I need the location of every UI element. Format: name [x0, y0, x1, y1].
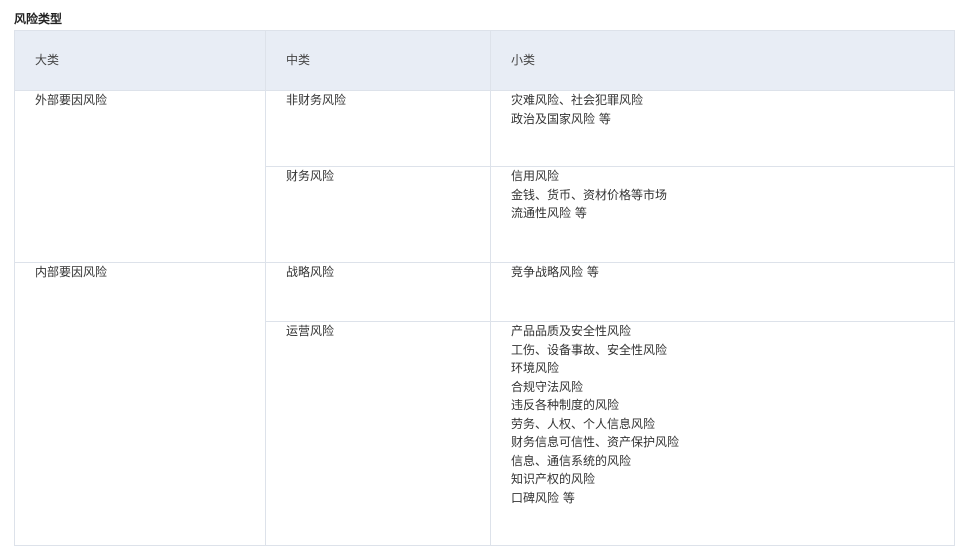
major-category-label: 内部要因风险 [35, 265, 108, 279]
minor-category-item: 流通性风险 等 [511, 206, 587, 220]
major-category-cell: 内部要因风险 [14, 262, 266, 546]
table-row: 外部要因风险 非财务风险 灾难风险、社会犯罪风险 政治及国家风险 等 [14, 90, 955, 263]
minor-category-item: 财务信息可信性、资产保护风险 [511, 435, 680, 449]
minor-category-item: 政治及国家风险 等 [511, 111, 611, 126]
middle-category-cell: 财务风险 [265, 166, 491, 263]
minor-category-item: 环境风险 [511, 361, 560, 375]
header-major-category: 大类 [14, 30, 266, 91]
header-middle-category: 中类 [265, 30, 491, 91]
minor-category-item: 竞争战略风险 等 [511, 265, 599, 279]
table-header-row: 大类 中类 小类 [14, 30, 955, 91]
header-minor-category: 小类 [490, 30, 955, 91]
minor-category-item: 知识产权的风险 [511, 472, 596, 486]
minor-category-cell: 信用风险 金钱、货币、资材价格等市场 流通性风险 等 [490, 166, 955, 263]
minor-category-item: 灾难风险、社会犯罪风险 [511, 93, 644, 107]
minor-category-cell: 灾难风险、社会犯罪风险 政治及国家风险 等 [490, 90, 955, 167]
middle-category-label: 战略风险 [286, 265, 335, 279]
minor-category-cell: 产品品质及安全性风险 工伤、设备事故、安全性风险 环境风险 合规守法风险 违反各… [490, 321, 955, 546]
minor-category-item: 口碑风险 等 [511, 490, 575, 505]
minor-category-item: 劳务、人权、个人信息风险 [511, 416, 656, 431]
risk-type-table: 大类 中类 小类 外部要因风险 非财务风险 灾难风险、社会犯罪风险 政治及国家风… [14, 30, 955, 546]
minor-category-cell: 竞争战略风险 等 [490, 262, 955, 322]
middle-category-label: 运营风险 [286, 324, 335, 338]
middle-category-cell: 非财务风险 [265, 90, 491, 167]
page-title: 风险类型 [14, 12, 63, 26]
minor-category-item: 合规守法风险 [511, 379, 584, 394]
minor-category-item: 产品品质及安全性风险 [511, 324, 632, 338]
middle-category-label: 财务风险 [286, 169, 335, 183]
middle-category-cell: 运营风险 [265, 321, 491, 546]
minor-category-item: 信息、通信系统的风险 [511, 453, 632, 468]
middle-category-cell: 战略风险 [265, 262, 491, 322]
major-category-cell: 外部要因风险 [14, 90, 266, 263]
minor-category-item: 金钱、货币、资材价格等市场 [511, 187, 668, 202]
minor-category-item: 信用风险 [511, 169, 560, 183]
minor-category-item: 工伤、设备事故、安全性风险 [511, 342, 668, 357]
minor-category-item: 违反各种制度的风险 [511, 398, 620, 412]
table-row: 内部要因风险 战略风险 竞争战略风险 等 [14, 262, 955, 546]
middle-category-label: 非财务风险 [286, 93, 347, 107]
major-category-label: 外部要因风险 [35, 93, 108, 107]
